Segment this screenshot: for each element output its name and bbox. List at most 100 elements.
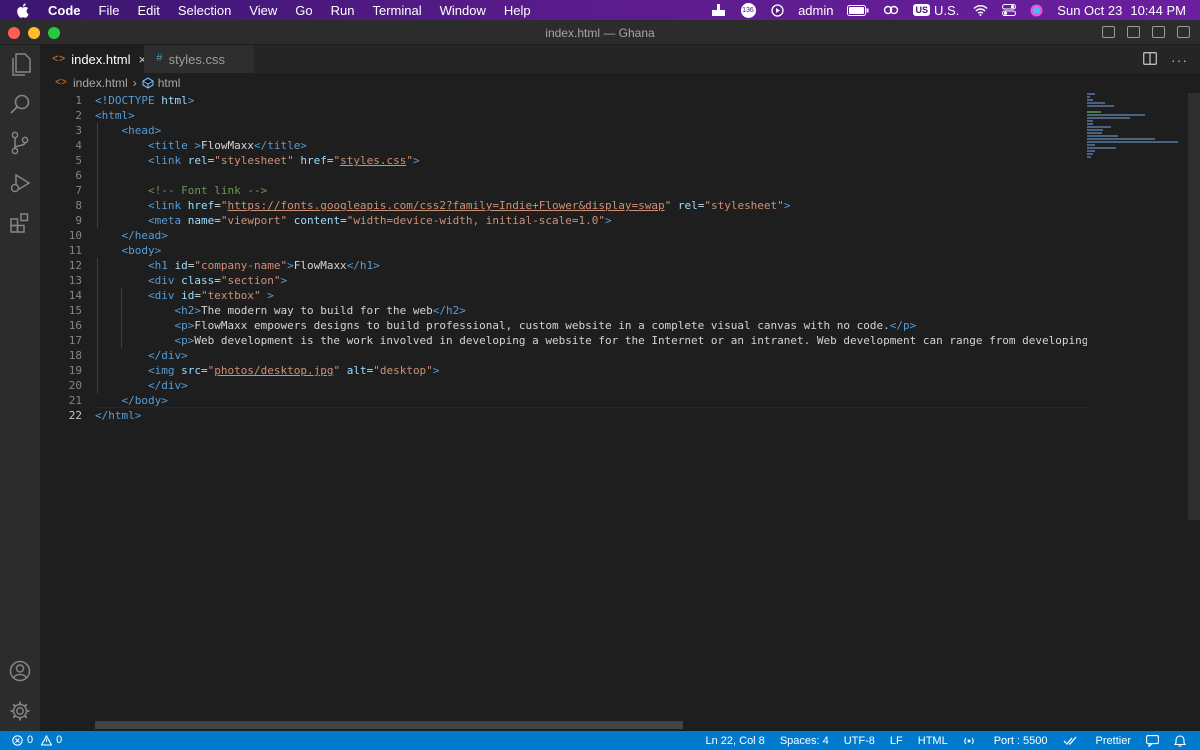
code-line[interactable]: <link href="https://fonts.googleapis.com… — [95, 198, 1087, 213]
minimap-line — [1087, 129, 1103, 131]
code-line[interactable]: </head> — [95, 228, 1087, 243]
code-token: > — [194, 139, 201, 152]
menu-view[interactable]: View — [249, 3, 277, 18]
indentation[interactable]: Spaces: 4 — [780, 735, 829, 747]
vertical-scrollbar[interactable] — [1188, 93, 1200, 520]
split-editor-icon[interactable] — [1143, 52, 1157, 68]
explorer-icon[interactable] — [8, 53, 32, 77]
menu-app-name[interactable]: Code — [48, 3, 81, 18]
share-icon[interactable] — [711, 3, 726, 17]
code-line[interactable]: <!DOCTYPE html> — [95, 93, 1087, 108]
minimap-line — [1087, 111, 1102, 113]
code-line[interactable]: </div> — [95, 348, 1087, 363]
code-line[interactable]: </body> — [95, 393, 1087, 408]
code-line[interactable]: <head> — [95, 123, 1087, 138]
line-number: 9 — [75, 214, 82, 227]
menu-selection[interactable]: Selection — [178, 3, 231, 18]
code-line[interactable]: </html> — [95, 407, 1087, 423]
code-line[interactable]: <h1 id="company-name">FlowMaxx</h1> — [95, 258, 1087, 273]
code-line[interactable]: <p>FlowMaxx empowers designs to build pr… — [95, 318, 1087, 333]
menu-edit[interactable]: Edit — [137, 3, 159, 18]
language-mode[interactable]: HTML — [918, 735, 948, 747]
problems-indicator[interactable]: 0 0 — [12, 734, 62, 746]
line-number: 12 — [68, 259, 82, 272]
tab-styles-css[interactable]: # styles.css — [144, 45, 254, 73]
minimap-line — [1087, 147, 1116, 149]
notifications-bell-icon[interactable] — [1174, 734, 1186, 747]
toggle-primary-sidebar-icon[interactable] — [1102, 26, 1115, 38]
code-editor[interactable]: 1 2 3 4 5 6 7 8 9 10 11 12 13 14 15 16 17 18 19 20 21 22 <!DO… — [40, 93, 1200, 731]
code-token: The modern way to build for the web — [200, 304, 433, 317]
code-token: <title — [147, 139, 195, 152]
wifi-icon[interactable] — [973, 4, 988, 16]
play-circle-icon[interactable] — [771, 3, 784, 17]
code-line[interactable]: <title >FlowMaxx</title> — [95, 138, 1087, 153]
minimap[interactable] — [1087, 93, 1187, 158]
menu-file[interactable]: File — [99, 3, 120, 18]
live-server-port[interactable]: Port : 5500 — [963, 735, 1048, 747]
menu-go[interactable]: Go — [295, 3, 312, 18]
prettier-status[interactable]: Prettier — [1063, 735, 1131, 747]
code-line[interactable]: <p>Web development is the work involved … — [95, 333, 1087, 348]
toggle-secondary-sidebar-icon[interactable] — [1152, 26, 1165, 38]
breadcrumb-file[interactable]: index.html — [73, 76, 128, 90]
code-line[interactable]: <html> — [95, 108, 1087, 123]
customize-layout-icon[interactable] — [1177, 26, 1190, 38]
code-line[interactable]: <h2>The modern way to build for the web<… — [95, 303, 1087, 318]
minimap-line — [1087, 105, 1114, 107]
link-icon[interactable] — [883, 4, 899, 16]
horizontal-scrollbar[interactable] — [95, 721, 683, 729]
apple-logo-icon[interactable] — [16, 2, 32, 18]
toggle-panel-icon[interactable] — [1127, 26, 1140, 38]
code-line[interactable]: </div> — [95, 378, 1087, 393]
control-center-icon[interactable] — [1002, 4, 1017, 16]
code-line[interactable]: <!-- Font link --> — [95, 183, 1087, 198]
code-token: id — [174, 259, 188, 272]
code-line[interactable]: <meta name="viewport" content="width=dev… — [95, 213, 1087, 228]
line-number: 8 — [75, 199, 82, 212]
more-actions-icon[interactable]: ··· — [1171, 52, 1188, 68]
encoding[interactable]: UTF-8 — [844, 735, 875, 747]
battery-icon[interactable] — [847, 4, 869, 16]
menu-help[interactable]: Help — [504, 3, 531, 18]
code-token: src — [181, 364, 201, 377]
notification-count-icon[interactable]: 136 — [740, 2, 757, 19]
line-number: 22 — [68, 409, 82, 422]
code-line[interactable]: <div id="textbox" > — [95, 288, 1087, 303]
code-line[interactable] — [95, 168, 1087, 183]
extensions-icon[interactable] — [8, 211, 32, 235]
source-control-icon[interactable] — [8, 131, 32, 155]
line-number: 17 — [68, 334, 82, 347]
code-token: "desktop" — [373, 364, 433, 377]
settings-gear-icon[interactable] — [8, 699, 32, 723]
code-line[interactable]: <link rel="stylesheet" href="styles.css"… — [95, 153, 1087, 168]
code-line[interactable]: <body> — [95, 243, 1087, 258]
code-line[interactable]: <img src="photos/desktop.jpg" alt="deskt… — [95, 363, 1087, 378]
cursor-position[interactable]: Ln 22, Col 8 — [705, 735, 764, 747]
status-items: Ln 22, Col 8 Spaces: 4 UTF-8 LF HTML Por… — [690, 734, 1186, 747]
menu-run[interactable]: Run — [331, 3, 355, 18]
run-debug-icon[interactable] — [8, 171, 32, 195]
feedback-icon[interactable] — [1146, 734, 1159, 747]
end-of-line[interactable]: LF — [890, 735, 903, 747]
code-token: = — [214, 274, 221, 287]
accounts-icon[interactable] — [8, 659, 32, 683]
code-line[interactable]: <div class="section"> — [95, 273, 1087, 288]
date-label[interactable]: Sun Oct 23 — [1057, 3, 1122, 18]
input-source[interactable]: US U.S. — [913, 3, 959, 18]
tab-index-html[interactable]: <> index.html × — [40, 45, 146, 73]
breadcrumb-node[interactable]: html — [158, 76, 181, 90]
user-name[interactable]: admin — [798, 3, 833, 18]
code-token: </h2> — [432, 304, 466, 317]
code-lines[interactable]: <!DOCTYPE html> <html> <head> <title >Flo… — [95, 93, 1087, 423]
menu-terminal[interactable]: Terminal — [373, 3, 422, 18]
code-token: <p> — [174, 319, 195, 332]
editor-tab-bar: <> index.html × # styles.css ··· — [40, 45, 1200, 73]
minimap-line — [1087, 141, 1178, 143]
siri-icon[interactable] — [1030, 4, 1043, 17]
time-label[interactable]: 10:44 PM — [1130, 3, 1186, 18]
menu-window[interactable]: Window — [440, 3, 486, 18]
search-icon[interactable] — [8, 92, 32, 116]
